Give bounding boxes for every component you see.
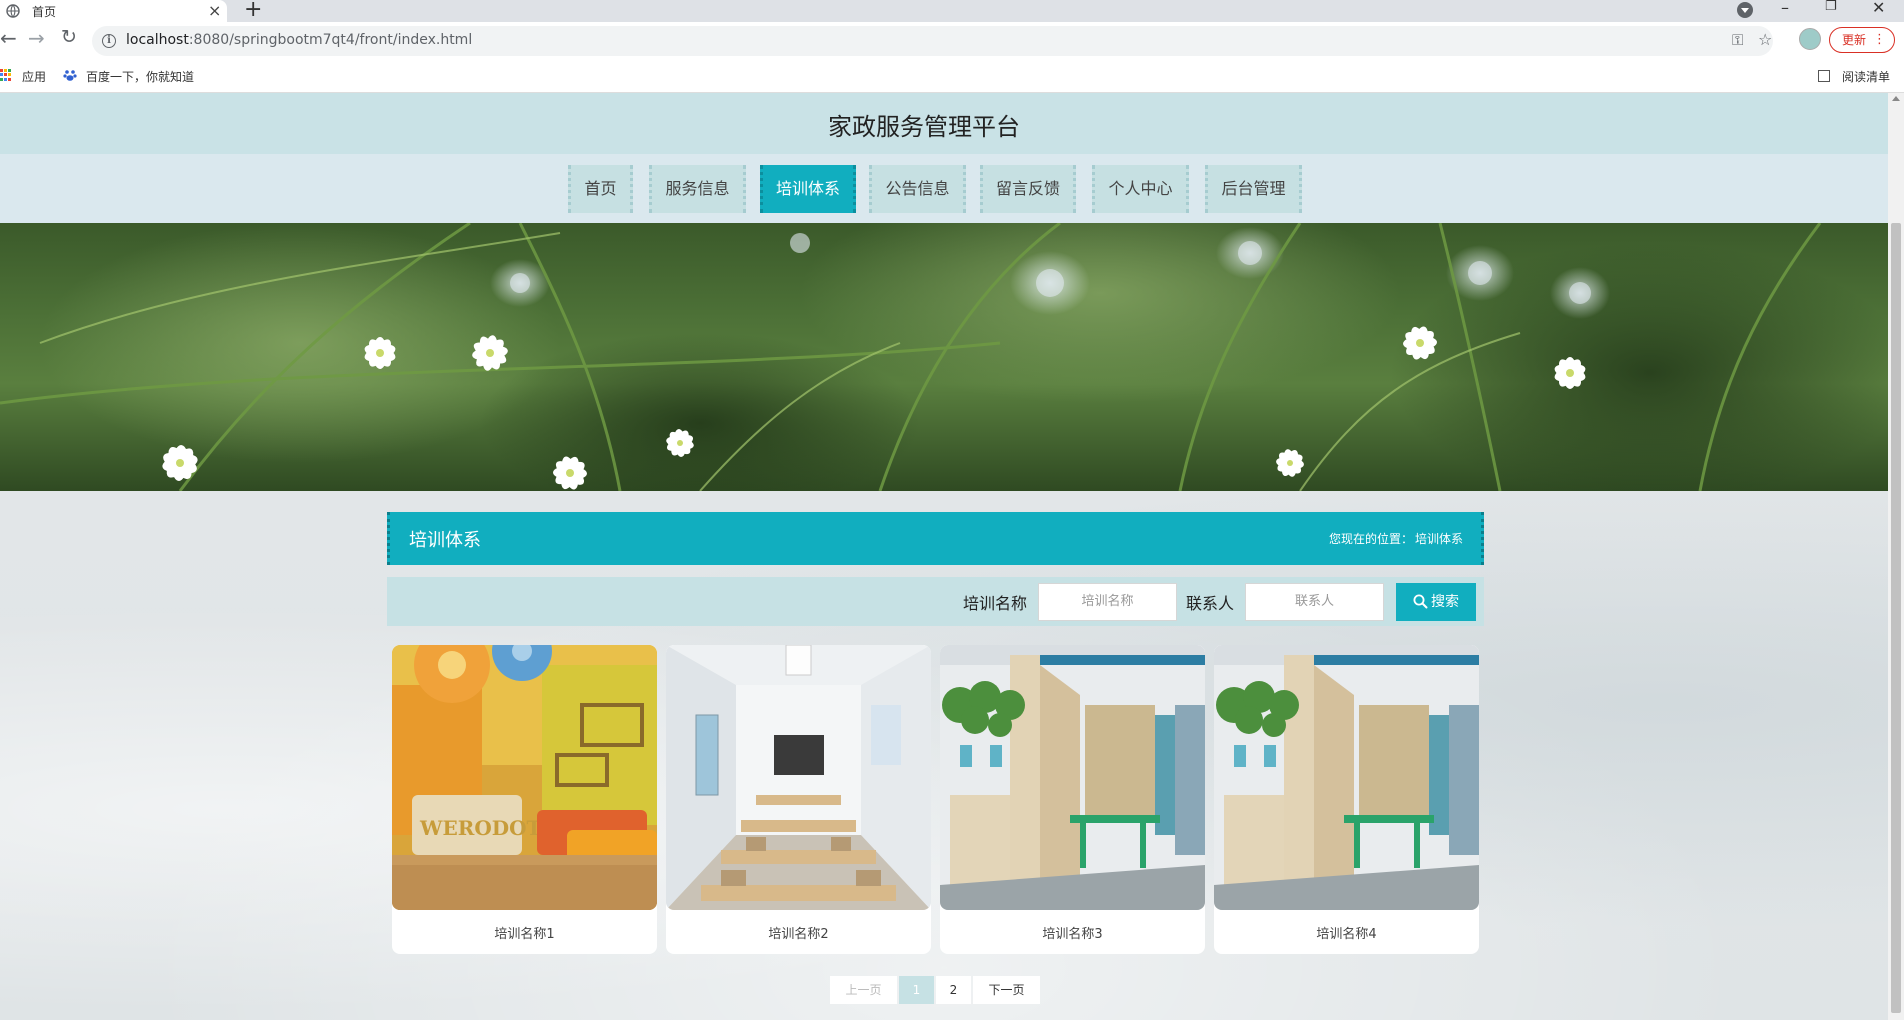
star-icon[interactable]: ☆ — [1758, 30, 1772, 49]
study-room-image — [940, 645, 1205, 910]
training-card[interactable]: WERODOT 培训名称1 — [392, 645, 657, 954]
nav-item-personal-center[interactable]: 个人中心 — [1092, 165, 1189, 213]
hero-banner — [0, 223, 1888, 491]
nav-item-admin[interactable]: 后台管理 — [1205, 165, 1302, 213]
browser-tab[interactable]: 首页 × — [0, 0, 227, 22]
training-card-title[interactable]: 培训名称2 — [666, 923, 931, 942]
reception-room-image: WERODOT — [392, 645, 657, 910]
nav-item-training[interactable]: 培训体系 — [760, 165, 856, 213]
browser-toolbar: ← → ↻ i localhost:8080/springbootm7qt4/f… — [0, 22, 1904, 62]
page-button-2[interactable]: 2 — [936, 976, 971, 1004]
breadcrumb-prefix: 您现在的位置： — [1328, 532, 1413, 546]
url-text: localhost:8080/springbootm7qt4/front/ind… — [126, 32, 473, 48]
page-title: 家政服务管理平台 — [828, 113, 1020, 141]
bookmark-baidu[interactable]: 百度一下，你就知道 — [86, 68, 194, 85]
training-card-image[interactable] — [1214, 645, 1479, 910]
prev-page-button[interactable]: 上一页 — [830, 976, 897, 1004]
close-window-icon[interactable]: ✕ — [1872, 0, 1885, 17]
training-card-image[interactable] — [666, 645, 931, 910]
contact-input[interactable]: 联系人 — [1245, 583, 1384, 621]
site-header: 家政服务管理平台 — [0, 93, 1888, 154]
globe-icon — [6, 4, 20, 18]
breadcrumb: 您现在的位置： 培训体系 — [1329, 530, 1463, 547]
training-card[interactable]: 培训名称4 — [1214, 645, 1479, 954]
new-tab-icon[interactable]: + — [244, 0, 262, 22]
apps-grid-icon[interactable] — [0, 69, 12, 81]
breadcrumb-current[interactable]: 培训体系 — [1415, 532, 1463, 546]
tab-title: 首页 — [32, 5, 57, 19]
nav-item-services[interactable]: 服务信息 — [649, 165, 746, 213]
classroom-image — [666, 645, 931, 910]
reading-list-icon — [1818, 70, 1830, 82]
training-card[interactable]: 培训名称2 — [666, 645, 931, 954]
site-info-icon[interactable]: i — [102, 34, 116, 48]
training-card[interactable]: 培训名称3 — [940, 645, 1205, 954]
baidu-paw-icon — [63, 70, 77, 81]
bookmark-apps[interactable]: 应用 — [22, 68, 46, 85]
training-name-label: 培训名称 — [963, 594, 1028, 613]
search-bar: 培训名称 培训名称 联系人 联系人 搜索 — [387, 577, 1484, 626]
training-card-title[interactable]: 培训名称3 — [940, 923, 1205, 942]
training-card-title[interactable]: 培训名称4 — [1214, 923, 1479, 942]
bookmarks-bar: 应用 百度一下，你就知道 阅读清单 — [0, 62, 1904, 93]
next-page-button[interactable]: 下一页 — [973, 976, 1040, 1004]
page-button-1[interactable]: 1 — [899, 976, 934, 1004]
nav-item-home[interactable]: 首页 — [568, 165, 633, 213]
tab-close-icon[interactable]: × — [208, 1, 221, 20]
restore-icon[interactable]: ❐ — [1825, 0, 1837, 14]
nav-item-feedback[interactable]: 留言反馈 — [980, 165, 1076, 213]
address-bar[interactable]: i localhost:8080/springbootm7qt4/front/i… — [92, 26, 1773, 56]
svg-text:WERODOT: WERODOT — [419, 816, 542, 840]
scroll-up-icon[interactable] — [1892, 96, 1900, 101]
flower-banner-image — [0, 223, 1888, 491]
minimize-icon[interactable]: – — [1781, 0, 1789, 17]
reload-icon[interactable]: ↻ — [61, 26, 77, 48]
page-viewport: 家政服务管理平台 首页 服务信息 培训体系 公告信息 留言反馈 个人中心 后台管… — [0, 93, 1888, 1020]
avatar[interactable] — [1799, 28, 1821, 50]
training-card-image[interactable]: WERODOT — [392, 645, 657, 910]
update-button[interactable]: 更新 ⋮ — [1829, 27, 1895, 53]
scroll-thumb[interactable] — [1891, 223, 1901, 1013]
contact-label: 联系人 — [1186, 594, 1235, 613]
forward-icon[interactable]: → — [28, 26, 45, 50]
more-icon: ⋮ — [1873, 32, 1886, 47]
training-card-image[interactable] — [940, 645, 1205, 910]
nav-item-announcements[interactable]: 公告信息 — [869, 165, 966, 213]
search-button[interactable]: 搜索 — [1396, 583, 1476, 621]
back-icon[interactable]: ← — [0, 26, 17, 50]
key-icon[interactable]: ⚿ — [1732, 31, 1743, 49]
study-room-image — [1214, 645, 1479, 910]
browser-tabstrip: 首页 × + – ❐ ✕ — [0, 0, 1904, 22]
search-icon — [1413, 594, 1428, 609]
training-name-input[interactable]: 培训名称 — [1038, 583, 1177, 621]
section-header: 培训体系 您现在的位置： 培训体系 — [387, 512, 1484, 565]
page-scrollbar[interactable] — [1888, 93, 1904, 1020]
search-button-label: 搜索 — [1431, 594, 1459, 610]
main-nav: 首页 服务信息 培训体系 公告信息 留言反馈 个人中心 后台管理 — [0, 154, 1888, 223]
section-title: 培训体系 — [409, 530, 481, 551]
training-card-title[interactable]: 培训名称1 — [392, 923, 657, 942]
tab-search-icon[interactable] — [1737, 2, 1753, 18]
reading-list-button[interactable]: 阅读清单 — [1842, 68, 1890, 85]
